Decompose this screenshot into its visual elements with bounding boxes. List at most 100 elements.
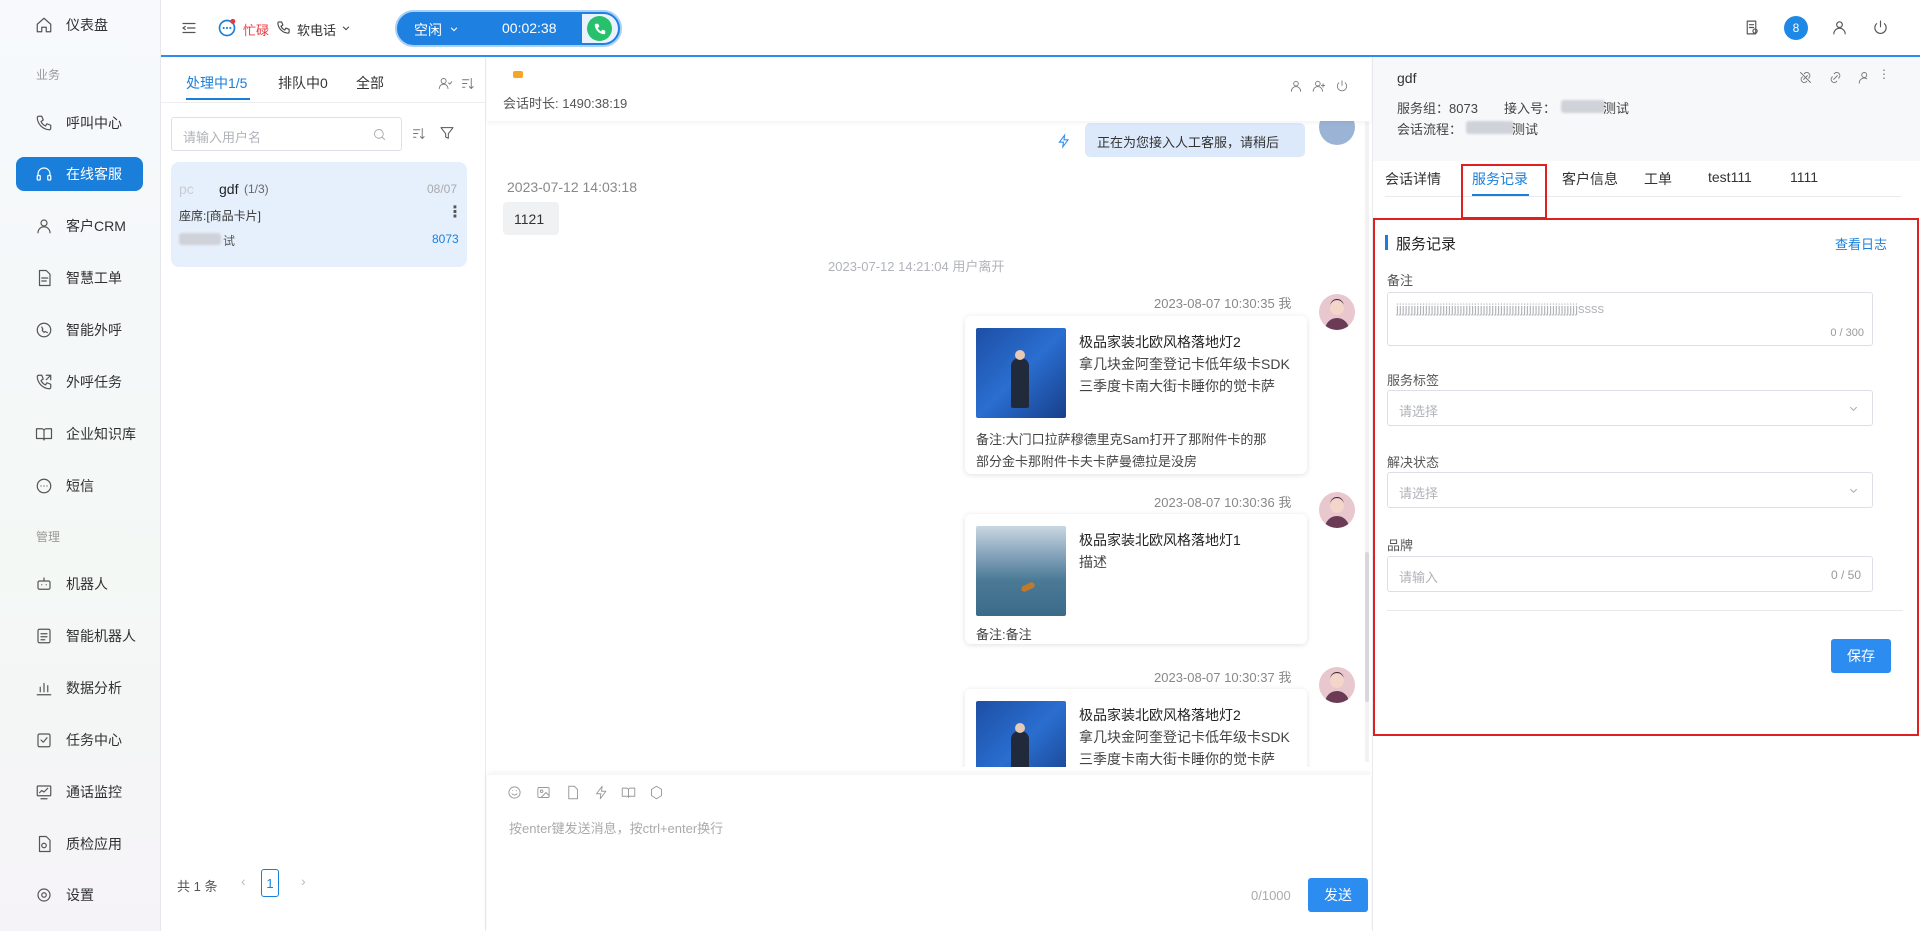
sidebar-item-label: 机器人 bbox=[66, 576, 108, 592]
image-icon[interactable] bbox=[536, 785, 551, 800]
more-options-icon[interactable]: ⋮ bbox=[447, 202, 463, 222]
end-session-icon[interactable] bbox=[1335, 79, 1349, 93]
call-status-dropdown[interactable]: 空闲 bbox=[414, 20, 442, 40]
sidebar-item-smart-outbound[interactable]: 智能外呼 bbox=[16, 313, 143, 347]
product-image bbox=[976, 526, 1066, 616]
message-scrollbar[interactable] bbox=[1365, 122, 1369, 762]
sidebar-item-label: 呼叫中心 bbox=[66, 115, 122, 131]
page-1-button[interactable]: 1 bbox=[261, 869, 279, 897]
tab-processing[interactable]: 处理中1/5 bbox=[186, 73, 247, 93]
sidebar-item-online-service[interactable]: 在线客服 bbox=[16, 157, 143, 191]
sidebar-item-outbound-task[interactable]: 外呼任务 bbox=[16, 365, 143, 399]
tab-queue[interactable]: 排队中0 bbox=[278, 73, 328, 93]
tab-customer-info[interactable]: 客户信息 bbox=[1562, 169, 1618, 189]
tab-workorder[interactable]: 工单 bbox=[1644, 169, 1672, 189]
send-button[interactable]: 发送 bbox=[1308, 878, 1368, 912]
chevron-down-icon bbox=[1849, 406, 1858, 412]
scrollbar-thumb[interactable] bbox=[1365, 552, 1369, 702]
user-group-icon[interactable] bbox=[438, 76, 453, 91]
save-button[interactable]: 保存 bbox=[1831, 639, 1891, 673]
task-icon bbox=[37, 733, 51, 748]
customer-name: gdf bbox=[1397, 70, 1417, 86]
sidebar-item-call-monitor[interactable]: 通话监控 bbox=[16, 775, 143, 809]
session-info: gdf 服务组：8073 接入号： 测试 会话流程： 测试 ⋮ bbox=[1373, 57, 1920, 161]
user-settings-icon[interactable] bbox=[1858, 70, 1873, 85]
product-card[interactable]: 极品家装北欧风格落地灯1 描述 备注:备注 bbox=[965, 514, 1307, 644]
sidebar-item-settings[interactable]: 设置 bbox=[16, 878, 143, 912]
busy-status-label[interactable]: 忙碌 bbox=[243, 20, 269, 39]
sort-order-icon[interactable] bbox=[411, 126, 426, 141]
knowledge-icon[interactable] bbox=[621, 785, 636, 800]
call-timer: 00:02:38 bbox=[502, 20, 557, 36]
remark-textarea[interactable]: jjjjjjjjjjjjjjjjjjjjjjjjjjjjjjjjjjjjjjjj… bbox=[1387, 292, 1873, 346]
section-title: 服务记录 bbox=[1396, 236, 1457, 253]
sidebar-item-knowledge[interactable]: 企业知识库 bbox=[16, 417, 143, 451]
view-log-link[interactable]: 查看日志 bbox=[1835, 234, 1887, 253]
sidebar-item-workorder[interactable]: 智慧工单 bbox=[16, 261, 143, 295]
sidebar-item-dashboard[interactable]: 仪表盘 bbox=[16, 8, 143, 42]
notification-badge[interactable]: 8 bbox=[1784, 16, 1808, 40]
search-input[interactable]: 请输入用户名 bbox=[171, 117, 402, 151]
emoji-icon[interactable] bbox=[507, 785, 522, 800]
link-icon[interactable] bbox=[1828, 70, 1843, 85]
sidebar-item-sms[interactable]: 短信 bbox=[16, 469, 143, 503]
chat-status-icon[interactable] bbox=[217, 18, 237, 38]
unlink-icon[interactable] bbox=[1798, 70, 1813, 85]
conversation-item[interactable]: pc gdf (1/3) 08/07 座席:[商品卡片] ⋮ 试 8073 bbox=[171, 162, 467, 267]
brand-label: 品牌 bbox=[1387, 538, 1414, 553]
sidebar-item-label: 质检应用 bbox=[66, 836, 122, 852]
sidebar-item-analytics[interactable]: 数据分析 bbox=[16, 671, 143, 705]
product-icon[interactable] bbox=[649, 785, 664, 800]
answer-call-button[interactable] bbox=[587, 16, 612, 41]
prev-page-icon[interactable]: ‹ bbox=[241, 873, 246, 889]
tab-1111[interactable]: 1111 bbox=[1790, 169, 1818, 185]
sidebar-item-smart-robot[interactable]: 智能机器人 bbox=[16, 619, 143, 653]
tab-test111[interactable]: test111 bbox=[1708, 169, 1752, 185]
file-icon[interactable] bbox=[565, 785, 580, 800]
product-card[interactable]: 极品家装北欧风格落地灯2 拿几块金阿奎登记卡低年级卡SDK 三季度卡南大街卡睡你… bbox=[965, 689, 1307, 767]
service-tag-placeholder: 请选择 bbox=[1399, 404, 1439, 419]
search-placeholder: 请输入用户名 bbox=[183, 130, 262, 145]
quick-reply-icon[interactable] bbox=[594, 785, 609, 800]
product-card[interactable]: 极品家装北欧风格落地灯2 拿几块金阿奎登记卡低年级卡SDK 三季度卡南大街卡睡你… bbox=[965, 316, 1307, 474]
conversation-group: 8073 bbox=[432, 232, 459, 246]
conversation-list-panel: 处理中1/5 排队中0 全部 请输入用户名 pc gdf (1/3) 08/07… bbox=[161, 57, 486, 931]
product-image bbox=[976, 328, 1066, 418]
customer-info-panel: gdf 服务组：8073 接入号： 测试 会话流程： 测试 ⋮ 会话详情 服务记… bbox=[1372, 57, 1920, 931]
user-profile-icon[interactable] bbox=[1831, 19, 1848, 36]
tab-all[interactable]: 全部 bbox=[356, 73, 384, 93]
power-icon[interactable] bbox=[1872, 19, 1889, 36]
message-list: 正在为您接入人工客服，请稍后 2023-07-12 14:03:18 1121 … bbox=[487, 57, 1371, 767]
sort-icon[interactable] bbox=[460, 76, 475, 91]
robot-icon bbox=[37, 577, 51, 590]
product-desc-line: 三季度卡南大街卡睡你的觉卡萨 bbox=[1079, 378, 1275, 394]
remark-label: 备注 bbox=[1387, 273, 1414, 288]
brand-counter: 0 / 50 bbox=[1831, 568, 1862, 582]
sidebar-item-label: 设置 bbox=[66, 887, 94, 903]
brand-input[interactable]: 请输入 0 / 50 bbox=[1387, 556, 1873, 592]
filter-icon[interactable] bbox=[439, 125, 455, 141]
invite-user-icon[interactable] bbox=[1312, 79, 1326, 93]
char-counter: 0/1000 bbox=[1251, 888, 1291, 903]
product-title: 极品家装北欧风格落地灯1 bbox=[1079, 532, 1241, 548]
next-page-icon[interactable]: › bbox=[301, 873, 306, 889]
chat-header: 会话时长: 1490:38:19 bbox=[487, 57, 1371, 121]
clipboard-icon[interactable] bbox=[1743, 19, 1760, 36]
sidebar-item-robot[interactable]: 机器人 bbox=[16, 567, 143, 601]
menu-fold-icon[interactable] bbox=[180, 19, 198, 37]
search-icon[interactable] bbox=[372, 127, 387, 142]
softphone-selector[interactable]: 软电话 bbox=[297, 20, 336, 39]
smart-robot-icon bbox=[37, 628, 51, 644]
remark-value: jjjjjjjjjjjjjjjjjjjjjjjjjjjjjjjjjjjjjjjj… bbox=[1396, 301, 1604, 316]
resolve-status-select[interactable]: 请选择 bbox=[1387, 472, 1873, 508]
message-input[interactable]: 按enter键发送消息，按ctrl+enter换行 bbox=[509, 818, 723, 837]
service-tag-select[interactable]: 请选择 bbox=[1387, 390, 1873, 426]
sidebar-item-crm[interactable]: 客户CRM bbox=[16, 209, 143, 243]
flow-suffix: 测试 bbox=[1512, 122, 1539, 137]
sidebar-item-call-center[interactable]: 呼叫中心 bbox=[16, 106, 143, 140]
sidebar-item-task-center[interactable]: 任务中心 bbox=[16, 723, 143, 757]
sidebar-item-quality[interactable]: 质检应用 bbox=[16, 827, 143, 861]
tab-session-detail[interactable]: 会话详情 bbox=[1385, 169, 1441, 189]
more-icon[interactable]: ⋮ bbox=[1878, 67, 1890, 81]
transfer-user-icon[interactable] bbox=[1289, 79, 1303, 93]
